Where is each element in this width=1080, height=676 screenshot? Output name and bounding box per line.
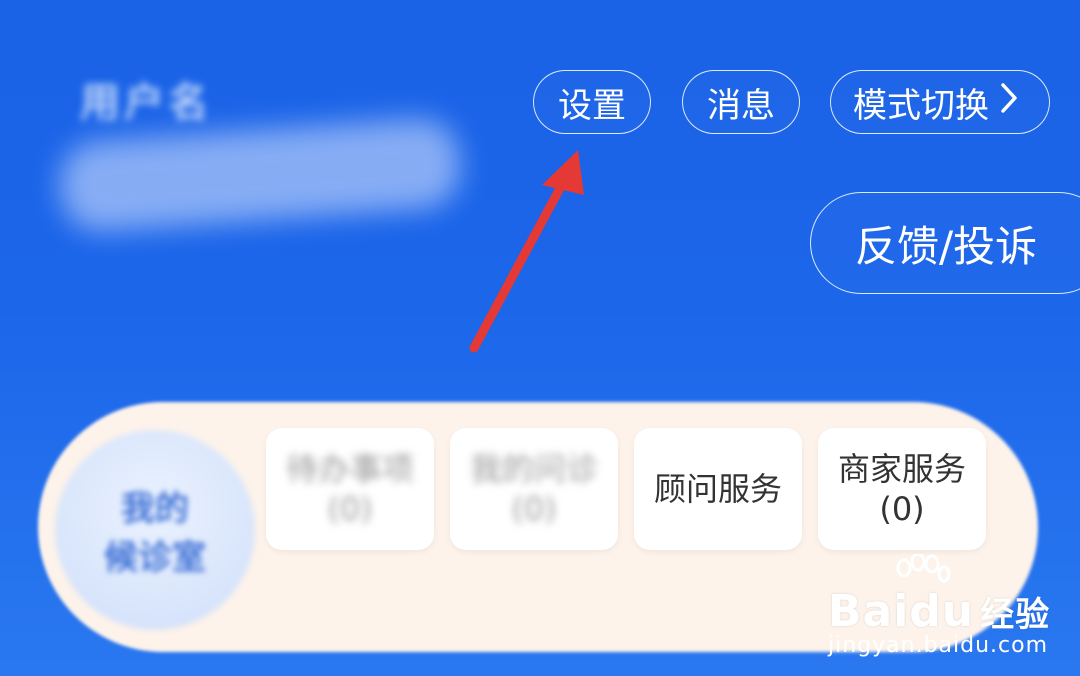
mode-switch-button[interactable]: 模式切换 <box>830 70 1050 134</box>
settings-button[interactable]: 设置 <box>533 70 651 134</box>
paw-icon <box>896 554 951 583</box>
user-name-blurred: 用户名 <box>57 60 463 234</box>
mode-switch-label: 模式切换 <box>853 85 989 126</box>
card-count: (0) <box>511 490 557 528</box>
card-title: 顾问服务 <box>653 470 782 508</box>
my-consultation-card[interactable]: 我的问诊 (0) <box>450 428 618 550</box>
site-url: jingyan.baidu.com <box>828 633 1049 658</box>
todo-card[interactable]: 待办事项 (0) <box>266 428 434 550</box>
red-arrow-annotation <box>469 150 584 353</box>
feedback-label: 反馈/投诉 <box>855 221 1038 271</box>
messages-label: 消息 <box>707 85 775 126</box>
card-count: (0) <box>879 490 925 528</box>
chevron-right-icon <box>999 82 1019 123</box>
card-title: 商家服务 <box>837 450 966 488</box>
circle-label-line1: 我的 <box>121 489 189 529</box>
card-title: 我的问诊 <box>469 450 598 488</box>
merchant-service-card[interactable]: 商家服务 (0) <box>818 428 986 550</box>
advisor-service-card[interactable]: 顾问服务 <box>634 428 802 550</box>
circle-label-line2: 候诊室 <box>104 538 206 578</box>
settings-label: 设置 <box>558 85 626 126</box>
privacy-blur <box>57 116 463 234</box>
brand-cn: 经验 <box>980 595 1051 635</box>
feedback-complaint-button[interactable]: 反馈/投诉 <box>810 192 1080 294</box>
messages-button[interactable]: 消息 <box>682 70 800 134</box>
baidu-jingyan-watermark: Baidu 经验 jingyan.baidu.com <box>828 554 1068 660</box>
user-name: 用户名 <box>80 80 212 126</box>
card-count: (0) <box>327 490 373 528</box>
my-waiting-room-button[interactable]: 我的 候诊室 <box>55 430 255 630</box>
card-title: 待办事项 <box>285 450 414 488</box>
